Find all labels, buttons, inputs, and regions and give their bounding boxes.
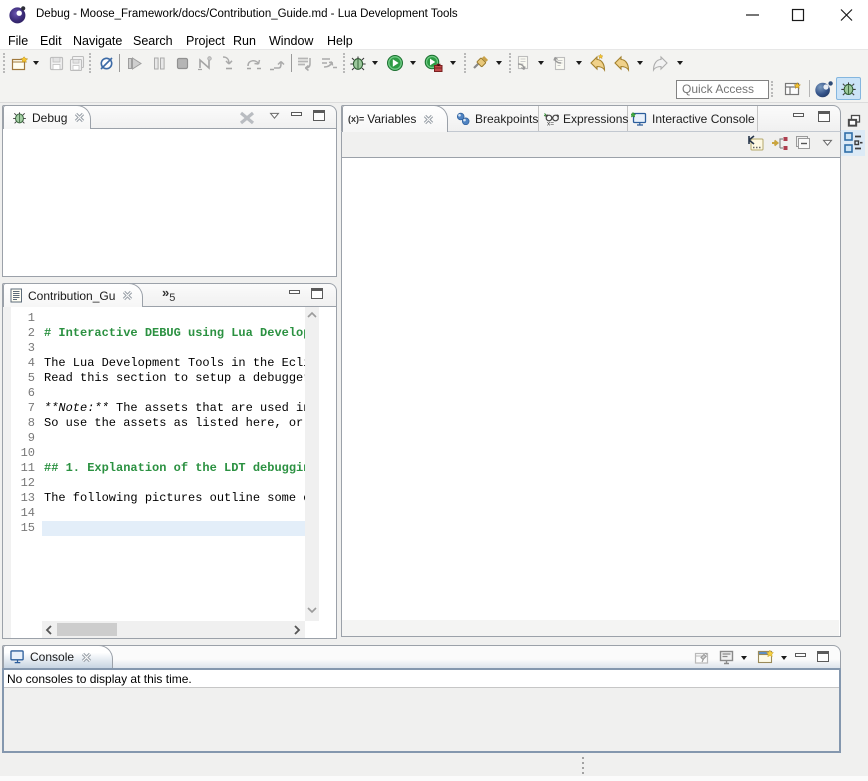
svg-text:x=: x=: [547, 121, 554, 127]
